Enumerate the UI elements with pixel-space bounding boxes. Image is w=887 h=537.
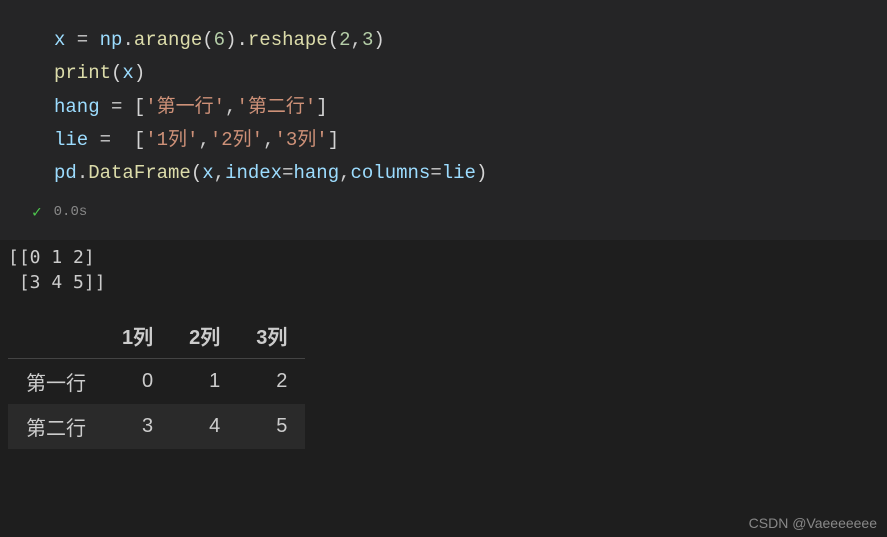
operator: = [65, 29, 99, 51]
cell: 0 [104, 358, 171, 404]
check-icon: ✓ [32, 202, 42, 222]
code-line-2: print(x) [54, 57, 887, 90]
number: 6 [214, 29, 225, 51]
cell: 1 [171, 358, 238, 404]
code-line-1: x = np.arange(6).reshape(2,3) [54, 24, 887, 57]
variable: x [54, 29, 65, 51]
watermark: CSDN @Vaeeeeeee [749, 515, 877, 531]
cell: 5 [238, 404, 305, 449]
function: arange [134, 29, 202, 51]
module: np [100, 29, 123, 51]
code-line-5: pd.DataFrame(x,index=hang,columns=lie) [54, 157, 887, 190]
code-cell[interactable]: x = np.arange(6).reshape(2,3) print(x) h… [0, 0, 887, 240]
cell: 2 [238, 358, 305, 404]
column-header: 3列 [238, 313, 305, 359]
code-line-4: lie = ['1列','2列','3列'] [54, 124, 887, 157]
table-row: 第二行 3 4 5 [8, 404, 305, 449]
execution-status: ✓ 0.0s [16, 196, 887, 232]
index-header [8, 313, 104, 359]
index-label: 第二行 [8, 404, 104, 449]
dataframe-output: 1列 2列 3列 第一行 0 1 2 第二行 3 4 5 [8, 313, 305, 449]
cell: 3 [104, 404, 171, 449]
code-line-3: hang = ['第一行','第二行'] [54, 91, 887, 124]
cell: 4 [171, 404, 238, 449]
stdout-output: [[0 1 2] [3 4 5]] [0, 240, 887, 295]
index-label: 第一行 [8, 358, 104, 404]
function: print [54, 62, 111, 84]
keyword-arg: index [225, 162, 282, 184]
string: '第一行' [145, 96, 225, 118]
execution-time: 0.0s [54, 204, 88, 220]
column-header: 1列 [104, 313, 171, 359]
table-row: 第一行 0 1 2 [8, 358, 305, 404]
column-header: 2列 [171, 313, 238, 359]
function: reshape [248, 29, 328, 51]
